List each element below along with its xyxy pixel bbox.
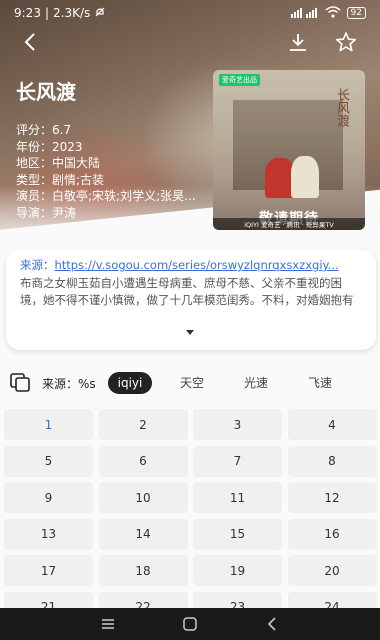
- episode-item[interactable]: 18: [98, 555, 188, 586]
- source-label: 来源：%s: [42, 377, 96, 391]
- status-bar: 9:23 | 2.3K/s 92: [0, 0, 380, 26]
- mute-icon: [94, 6, 106, 21]
- poster-footer: iQIYI 爱奇艺 · 腾讯 · 奇异果TV: [213, 218, 365, 230]
- info-row-rating: 评分：6.7: [16, 123, 72, 137]
- episode-item[interactable]: 19: [193, 555, 282, 586]
- recents-button[interactable]: [98, 614, 118, 634]
- episode-item[interactable]: 13: [4, 518, 93, 550]
- episode-item[interactable]: 12: [287, 482, 377, 513]
- download-button[interactable]: [284, 28, 312, 56]
- synopsis-text: 布商之女柳玉茹自小遭遇生母病重、庶母不慈、父亲不重视的困境，她不得不谨小慎微，做…: [20, 276, 354, 307]
- episode-item[interactable]: 17: [4, 555, 93, 586]
- expand-caret-icon[interactable]: [186, 330, 194, 335]
- source-link[interactable]: 来源：https://v.sogou.com/series/orswyzlqnr…: [20, 256, 362, 274]
- home-button[interactable]: [180, 614, 200, 634]
- poster-calligraphy: 长风渡: [334, 88, 349, 127]
- episode-item[interactable]: 15: [193, 518, 282, 550]
- info-row-year: 年份：2023: [16, 139, 83, 154]
- episode-item[interactable]: 6: [98, 445, 188, 477]
- info-list: 评分：6.7 年份：2023 地区：中国大陆 类型：剧情;古装 演员：白敬亭;宋…: [16, 122, 196, 221]
- home-icon: [183, 617, 197, 631]
- download-icon: [290, 34, 306, 51]
- status-time: 9:23: [14, 6, 41, 20]
- episode-item[interactable]: 14: [98, 518, 188, 550]
- episode-item[interactable]: 11: [193, 482, 282, 513]
- back-button[interactable]: [16, 28, 44, 56]
- source-chip-guangsu[interactable]: 光速: [236, 372, 276, 394]
- source-selector: 来源：%s iqiyi 天空 光速 飞速: [0, 370, 380, 396]
- episode-item[interactable]: 3: [193, 409, 282, 440]
- info-row-cast: 演员：白敬亭;宋轶;刘学义;张昊...: [16, 189, 196, 203]
- episode-item[interactable]: 20: [287, 555, 377, 586]
- episode-item[interactable]: 5: [4, 445, 93, 477]
- back-arrow-icon: [24, 33, 35, 51]
- status-speed: 2.3K/s: [53, 6, 91, 20]
- copy-icon[interactable]: [10, 373, 32, 396]
- info-row-director: 导演：尹涛: [16, 205, 77, 220]
- top-bar: [0, 28, 380, 58]
- nav-back-icon: [267, 617, 276, 631]
- source-chip-tiankong[interactable]: 天空: [172, 372, 212, 394]
- episode-item[interactable]: 7: [193, 445, 282, 477]
- episode-item[interactable]: 4: [287, 409, 377, 440]
- info-row-region: 地区：中国大陆: [16, 156, 101, 170]
- signal-icon: [290, 6, 319, 21]
- menu-icon: [102, 619, 114, 629]
- episode-item[interactable]: 8: [287, 445, 377, 477]
- battery-icon: 92: [346, 7, 366, 19]
- system-nav-bar: [0, 608, 380, 640]
- episode-item[interactable]: 1: [4, 409, 93, 440]
- wifi-icon: [325, 5, 341, 21]
- nav-back-button[interactable]: [262, 614, 282, 634]
- episode-item[interactable]: 2: [98, 409, 188, 440]
- source-chip-iqiyi[interactable]: iqiyi: [108, 372, 152, 394]
- source-chip-feisu[interactable]: 飞速: [300, 372, 340, 394]
- poster-badge: 爱奇艺出品: [219, 74, 260, 86]
- episode-item[interactable]: 10: [98, 482, 188, 513]
- info-row-genre: 类型：剧情;古装: [16, 172, 105, 187]
- favorite-button[interactable]: [332, 28, 360, 56]
- page-title: 长风渡: [16, 80, 76, 104]
- poster-image: 爱奇艺出品 长风渡 敬请期待 iQIYI 爱奇艺 · 腾讯 · 奇异果TV: [213, 70, 365, 230]
- description-card: 来源：https://v.sogou.com/series/orswyzlqnr…: [6, 250, 376, 350]
- episode-item[interactable]: 16: [287, 518, 377, 550]
- episode-item[interactable]: 9: [4, 482, 93, 513]
- star-icon: [335, 32, 357, 52]
